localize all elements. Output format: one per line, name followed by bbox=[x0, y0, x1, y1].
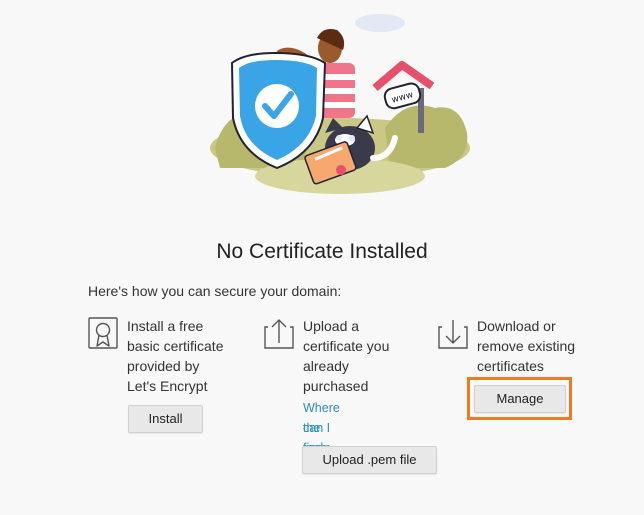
option-line: already bbox=[303, 358, 349, 374]
option-line: provided by bbox=[127, 358, 200, 374]
option-line: certificates bbox=[477, 358, 544, 374]
download-arrow-icon bbox=[438, 320, 468, 349]
intro-text: Here's how you can secure your domain: bbox=[88, 283, 342, 299]
upload-pem-button[interactable]: Upload .pem file bbox=[302, 446, 437, 474]
manage-button[interactable]: Manage bbox=[474, 385, 566, 413]
option-line: Upload a bbox=[303, 318, 360, 334]
option-line: Install a free bbox=[127, 318, 204, 334]
option-line: purchased bbox=[303, 378, 369, 394]
option-line: Download or bbox=[477, 318, 556, 334]
hero-illustration: www bbox=[210, 14, 470, 194]
upload-arrow-icon bbox=[264, 319, 294, 349]
option-line: basic certificate bbox=[127, 338, 224, 354]
option-line: remove existing bbox=[477, 338, 576, 354]
certificate-ribbon-icon bbox=[88, 317, 118, 349]
page-title: No Certificate Installed bbox=[216, 240, 428, 263]
option-line: Let's Encrypt bbox=[127, 378, 208, 394]
option-line: certificate you bbox=[303, 338, 390, 354]
install-button[interactable]: Install bbox=[128, 405, 203, 433]
